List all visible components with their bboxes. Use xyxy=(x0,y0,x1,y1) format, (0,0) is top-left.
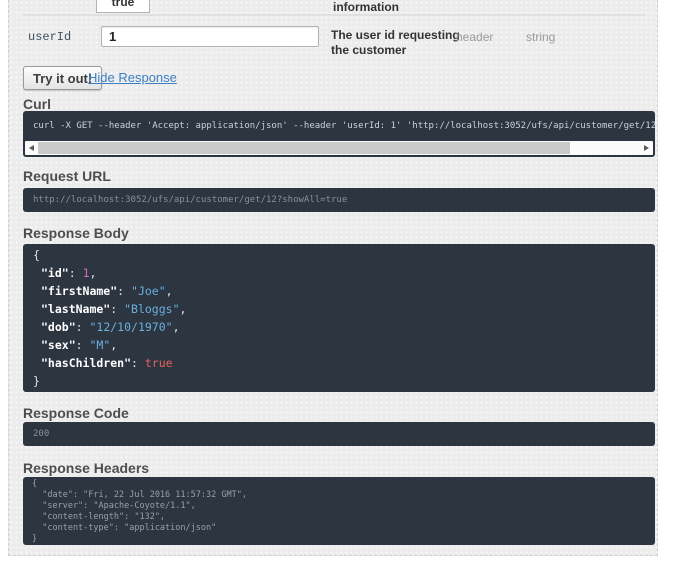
showall-param-input[interactable]: true xyxy=(96,0,150,13)
userid-description-line2: the customer xyxy=(331,43,463,58)
json-separator: : xyxy=(131,356,145,370)
json-separator: : xyxy=(69,266,83,280)
header-line: "content-type": "application/json" xyxy=(32,523,646,534)
userid-description-line1: The user id requesting xyxy=(331,28,463,43)
swagger-operation-response: { "panel": { "partial_param": { "value":… xyxy=(0,0,688,576)
response-code-block: 200 xyxy=(23,422,655,446)
showall-param-description-tail: information xyxy=(333,0,399,14)
json-key: "id" xyxy=(41,266,69,280)
scroll-left-arrow-icon[interactable] xyxy=(29,145,34,151)
curl-code-block[interactable]: curl -X GET --header 'Accept: applicatio… xyxy=(23,111,655,157)
json-comma: , xyxy=(180,302,187,316)
param-row-divider xyxy=(23,14,645,16)
json-field-haschildren: "hasChildren": true xyxy=(33,354,645,372)
hide-response-link[interactable]: Hide Response xyxy=(88,70,177,85)
json-key: "lastName" xyxy=(41,302,110,316)
json-value-boolean: true xyxy=(145,356,173,370)
json-separator: : xyxy=(117,284,131,298)
json-field-id: "id": 1, xyxy=(33,264,645,282)
userid-param-description: The user id requesting the customer xyxy=(331,28,463,58)
header-line: "content-length": "132", xyxy=(32,512,646,523)
showall-param-input-clip: true xyxy=(96,0,150,13)
json-key: "hasChildren" xyxy=(41,356,131,370)
header-line: "server": "Apache-Coyote/1.1", xyxy=(32,501,646,512)
json-field-sex: "sex": "M", xyxy=(33,336,645,354)
json-key: "dob" xyxy=(41,320,76,334)
response-headers-heading: Response Headers xyxy=(23,460,149,476)
json-field-lastname: "lastName": "Bloggs", xyxy=(33,300,645,318)
curl-command-text: curl -X GET --header 'Accept: applicatio… xyxy=(23,111,655,142)
json-key: "sex" xyxy=(41,338,76,352)
json-value-number: 1 xyxy=(83,266,90,280)
json-comma: , xyxy=(90,266,97,280)
json-comma: , xyxy=(166,284,173,298)
json-separator: : xyxy=(76,338,90,352)
request-url-heading: Request URL xyxy=(23,168,111,184)
scrollbar-thumb[interactable] xyxy=(38,142,570,154)
header-line: "date": "Fri, 22 Jul 2016 11:57:32 GMT", xyxy=(32,490,646,501)
json-close-brace: } xyxy=(33,372,645,390)
request-url-block: http://localhost:3052/ufs/api/customer/g… xyxy=(23,188,655,212)
json-open-brace: { xyxy=(33,246,645,264)
json-key: "firstName" xyxy=(41,284,117,298)
json-value-string: "Bloggs" xyxy=(124,302,179,316)
response-body-heading: Response Body xyxy=(23,225,129,241)
json-separator: : xyxy=(110,302,124,316)
operation-try-it-out-panel: true information userId The user id requ… xyxy=(8,0,658,556)
json-field-dob: "dob": "12/10/1970", xyxy=(33,318,645,336)
curl-horizontal-scrollbar[interactable] xyxy=(25,141,653,155)
response-code-heading: Response Code xyxy=(23,405,129,421)
userid-param-input[interactable] xyxy=(101,26,319,47)
userid-param-type: header xyxy=(456,30,493,44)
json-value-string: "M" xyxy=(89,338,110,352)
userid-param-name: userId xyxy=(28,30,71,44)
json-field-firstname: "firstName": "Joe", xyxy=(33,282,645,300)
header-line: { xyxy=(32,479,646,490)
json-comma: , xyxy=(173,320,180,334)
scroll-right-arrow-icon[interactable] xyxy=(644,145,649,151)
json-separator: : xyxy=(76,320,90,334)
curl-heading: Curl xyxy=(23,96,51,112)
json-comma: , xyxy=(110,338,117,352)
response-body-block: { "id": 1, "firstName": "Joe", "lastName… xyxy=(23,244,655,392)
json-value-string: "Joe" xyxy=(131,284,166,298)
header-line: } xyxy=(32,534,646,545)
userid-data-type: string xyxy=(526,30,555,44)
response-headers-block: { "date": "Fri, 22 Jul 2016 11:57:32 GMT… xyxy=(23,477,655,545)
json-value-string: "12/10/1970" xyxy=(89,320,172,334)
